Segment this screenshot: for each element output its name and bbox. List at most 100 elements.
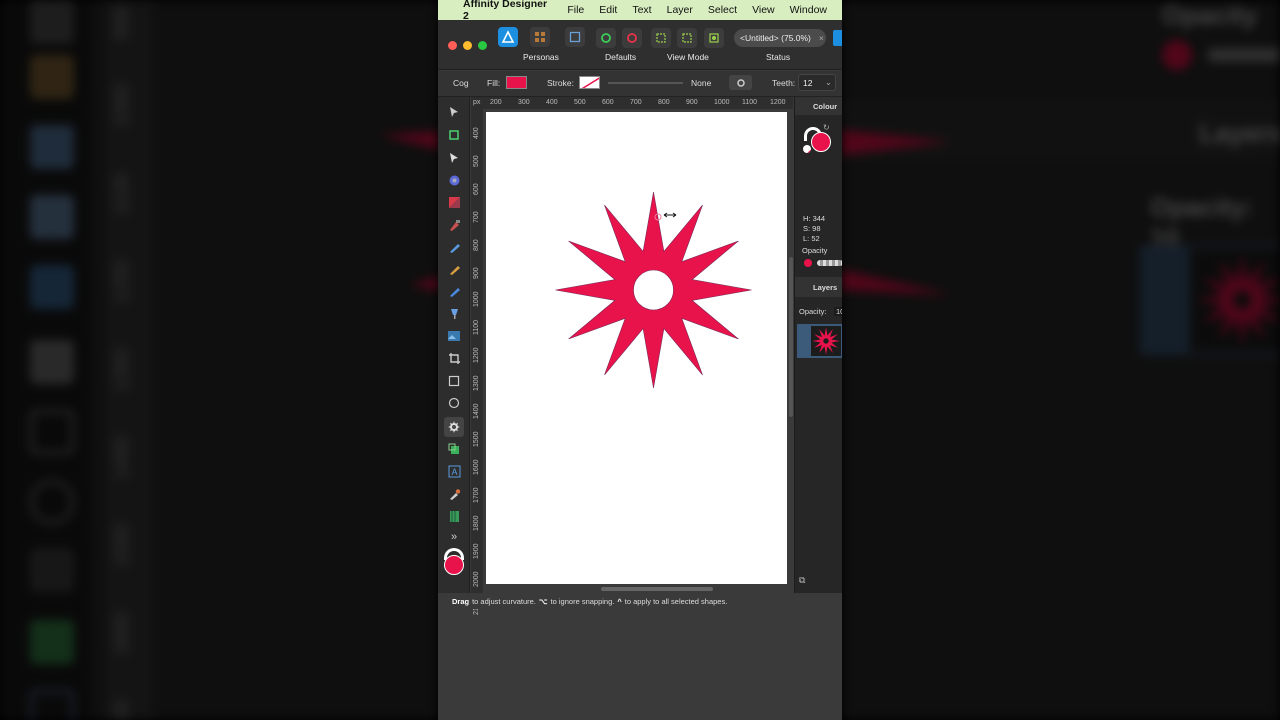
menu-select[interactable]: Select — [708, 4, 737, 16]
fill-swatch[interactable] — [506, 76, 527, 89]
fill-color-well[interactable] — [444, 555, 464, 575]
colour-panel-header: Colour — [795, 97, 842, 115]
add-layer-icon[interactable]: ⧉ — [799, 575, 813, 587]
geometry-defaults-icon[interactable] — [622, 28, 642, 48]
teeth-input[interactable]: 12 ⌄ — [798, 74, 836, 91]
cog-tool-icon[interactable] — [444, 417, 464, 437]
canvas-area: px 200 300 400 500 600 700 800 900 1000 1100 1200 4… — [471, 97, 793, 615]
ruler-tick-label: px — [473, 99, 481, 106]
close-document-icon[interactable]: × — [819, 33, 824, 43]
cog-path[interactable] — [812, 327, 840, 355]
fill-tool-icon[interactable] — [446, 305, 462, 321]
opacity-colour-dot — [804, 259, 812, 267]
blurred-ruler-label: 900 — [111, 6, 133, 40]
move-tool-icon[interactable] — [446, 104, 462, 120]
cog-shape[interactable] — [555, 191, 752, 389]
stroke-width-slider[interactable] — [608, 82, 683, 84]
stroke-value[interactable]: None — [691, 78, 711, 88]
designer-persona-icon[interactable] — [498, 27, 518, 47]
fill-colour-circle[interactable] — [811, 132, 831, 152]
menu-edit[interactable]: Edit — [599, 4, 617, 16]
ruler-tick-label: 1800 — [473, 515, 480, 531]
chevron-down-icon[interactable]: ⌄ — [825, 77, 832, 88]
stroke-label: Stroke: — [547, 78, 574, 88]
document-page[interactable] — [486, 112, 787, 584]
cog-path[interactable] — [1196, 254, 1280, 346]
blurred-ruler-label: 1300 — [111, 347, 133, 393]
view-mode-retina-icon[interactable] — [677, 28, 697, 48]
stroke-swatch[interactable] — [579, 76, 600, 89]
place-image-tool-icon[interactable] — [446, 328, 462, 344]
vector-crop-tool-icon[interactable] — [446, 441, 462, 457]
status-label: Status — [766, 52, 791, 62]
expand-tools-icon[interactable]: » — [446, 529, 462, 545]
close-window-button[interactable] — [448, 41, 457, 50]
ruler-tick-label: 800 — [473, 239, 480, 251]
menu-layer[interactable]: Layer — [667, 4, 693, 16]
brush-tool-icon[interactable] — [446, 261, 462, 277]
view-mode-pixel-icon[interactable] — [651, 28, 671, 48]
svg-text:A: A — [451, 467, 457, 477]
ruler-tick-label: 700 — [630, 99, 642, 106]
document-tab[interactable]: <Untitled> (75.0%) × — [734, 29, 826, 47]
pencil-tool-icon[interactable] — [446, 239, 462, 255]
menu-file[interactable]: File — [567, 4, 584, 16]
ruler-tick-label: 200 — [490, 99, 502, 106]
option-key-icon: ⌥ — [538, 596, 548, 606]
ruler-tick-label: 1600 — [473, 459, 480, 475]
ruler-tick-label: 400 — [546, 99, 558, 106]
pixel-persona-icon[interactable] — [530, 27, 550, 47]
rectangle-tool-icon[interactable] — [446, 373, 462, 389]
ruler-tick-label: 1500 — [473, 431, 480, 447]
node-tool-icon[interactable] — [446, 150, 462, 166]
zoom-window-button[interactable] — [478, 41, 487, 50]
personas-label: Personas — [523, 52, 559, 62]
ruler-tick-label: 900 — [686, 99, 698, 106]
layer-row-handle[interactable] — [797, 324, 809, 358]
blurred-ruler-label: 1500 — [111, 523, 133, 569]
ellipse-tool-icon[interactable] — [446, 395, 462, 411]
swap-colours-icon[interactable]: ↻ — [823, 123, 830, 132]
status-hint-bar: Drag to adjust curvature. ⌥ to ignore sn… — [438, 593, 842, 609]
layers-panel-title[interactable]: Layers — [813, 283, 837, 292]
text-tool-icon[interactable]: A — [446, 463, 462, 479]
menu-view[interactable]: View — [752, 4, 775, 16]
teeth-value: 12 — [803, 78, 813, 88]
corner-tool-icon[interactable] — [446, 172, 462, 188]
layer-thumbnail[interactable] — [809, 324, 842, 358]
next-tab-icon[interactable] — [833, 30, 842, 46]
pen-tool-icon[interactable] — [446, 217, 462, 233]
ruler-tick-label: 300 — [518, 99, 530, 106]
horizontal-scrollbar[interactable] — [601, 587, 713, 591]
minimize-window-button[interactable] — [463, 41, 472, 50]
snapping-icon[interactable] — [596, 28, 616, 48]
export-persona-icon[interactable] — [565, 27, 585, 47]
gradient-tool-icon[interactable] — [446, 194, 462, 210]
pixel-brush-tool-icon[interactable] — [446, 283, 462, 299]
blurred-ruler-label: 1700 — [111, 700, 134, 720]
no-colour-icon[interactable] — [803, 145, 811, 153]
cog-settings-icon[interactable] — [729, 75, 752, 90]
crop-tool-icon[interactable] — [446, 350, 462, 366]
colour-panel-title[interactable]: Colour — [813, 102, 837, 111]
color-picker-tool-icon[interactable] — [446, 486, 462, 502]
view-mode-outline-icon[interactable] — [704, 28, 724, 48]
ruler-tick-label: 1000 — [473, 291, 480, 307]
menu-text[interactable]: Text — [632, 4, 651, 16]
layers-opacity-value[interactable]: 10 — [834, 307, 842, 316]
horizontal-ruler: px 200 300 400 500 600 700 800 900 1000 1100 1200 — [471, 97, 793, 109]
cog-path[interactable] — [555, 191, 752, 389]
artboard-tool-icon[interactable] — [446, 127, 462, 143]
opacity-slider[interactable] — [817, 260, 842, 266]
layers-opacity-label: Opacity: — [799, 307, 827, 316]
vertical-scrollbar[interactable] — [789, 257, 793, 417]
menu-window[interactable]: Window — [790, 4, 827, 16]
tool-name: Cog — [453, 78, 469, 88]
ruler-tick-label: 2000 — [473, 571, 480, 587]
slice-tool-icon[interactable] — [446, 508, 462, 524]
blurred-background-right: Opacity Layers Opacity: 10 — [842, 0, 1280, 720]
app-menu[interactable]: Affinity Designer 2 — [463, 0, 552, 22]
status-hint-part2: to ignore snapping. — [550, 596, 615, 606]
vertical-ruler: 400 500 600 700 800 900 1000 1100 1200 1300 1400 15… — [471, 109, 483, 615]
status-hint-part1: to adjust curvature. — [472, 596, 536, 606]
